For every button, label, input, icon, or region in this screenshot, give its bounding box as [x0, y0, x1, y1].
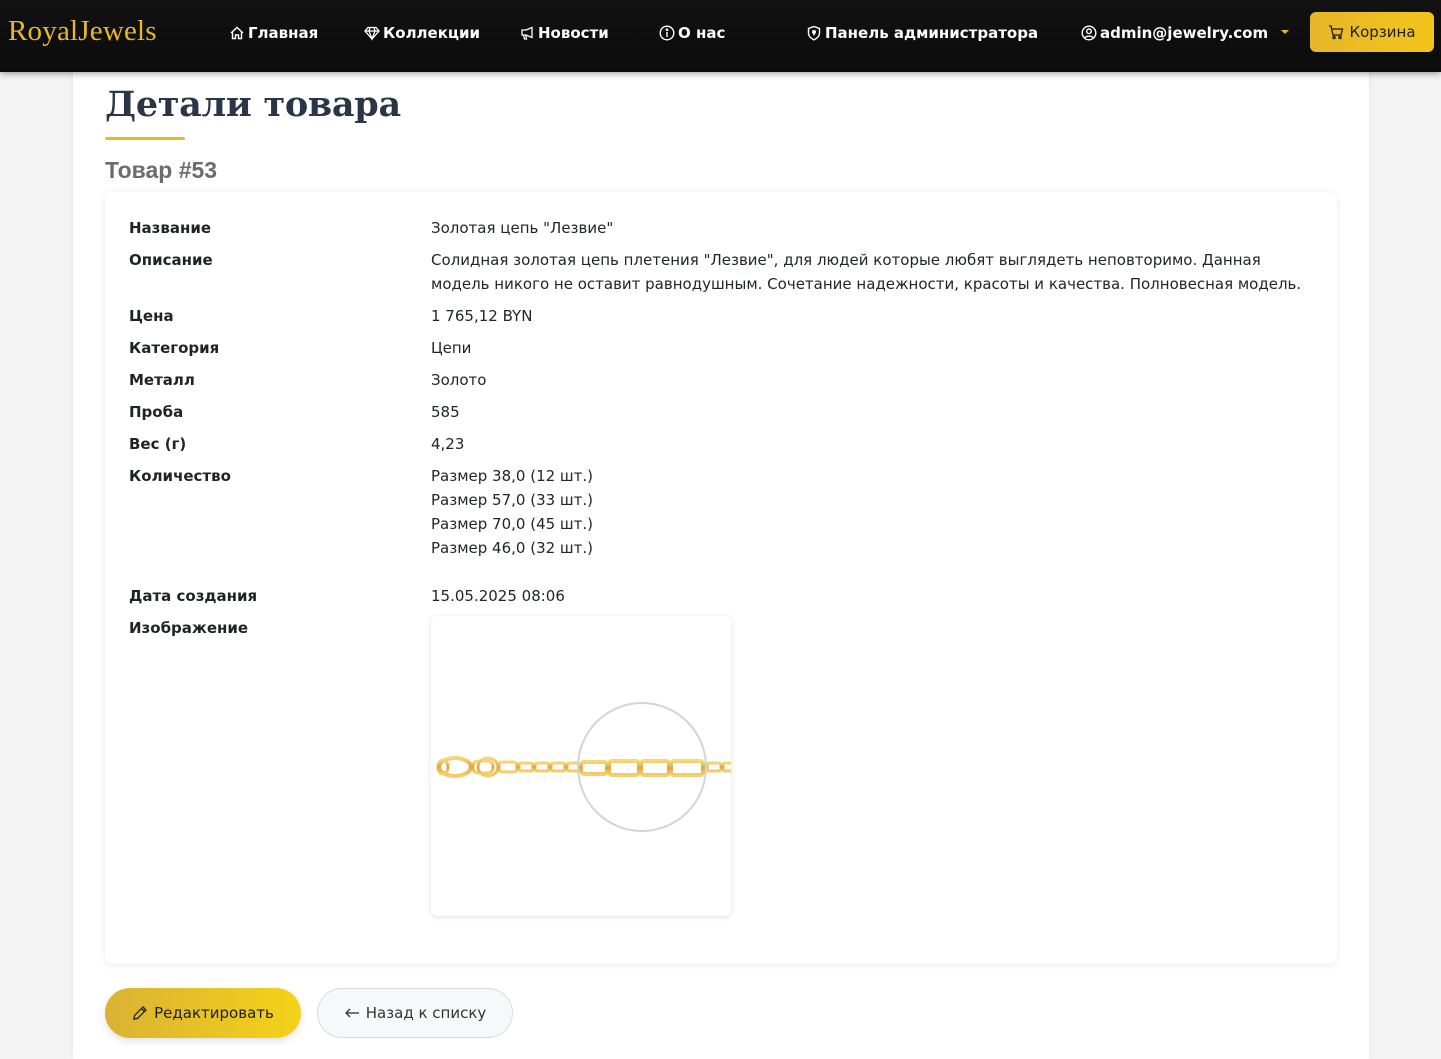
- weight-label: Вес (г): [129, 435, 187, 453]
- user-menu-dropdown[interactable]: admin@jewelry.com: [1081, 22, 1290, 44]
- megaphone-icon: [521, 26, 533, 40]
- description-label: Описание: [129, 251, 213, 269]
- product-image: [431, 616, 731, 916]
- gold-chain-image: [436, 702, 731, 832]
- pencil-icon: [133, 1006, 148, 1020]
- quantity-list: Размер 38,0 (12 шт.) Размер 57,0 (33 шт.…: [431, 464, 1311, 560]
- weight-value: 4,23: [431, 435, 465, 453]
- user-email: admin@jewelry.com: [1100, 24, 1269, 42]
- quantity-item: Размер 70,0 (45 шт.): [431, 515, 594, 533]
- quantity-item: Размер 38,0 (12 шт.): [431, 467, 594, 485]
- arrow-left-icon: [344, 1008, 359, 1018]
- nav-news-label: Новости: [538, 24, 609, 42]
- back-button-label: Назад к списку: [365, 1004, 487, 1022]
- edit-button-label: Редактировать: [154, 1004, 274, 1022]
- metal-label: Металл: [129, 371, 195, 389]
- price-label: Цена: [129, 307, 174, 325]
- category-value: Цепи: [431, 339, 472, 357]
- image-label: Изображение: [129, 619, 249, 637]
- cart-button[interactable]: Корзина: [1310, 12, 1434, 52]
- quantity-item: Размер 46,0 (32 шт.): [431, 539, 594, 557]
- quantity-item: Размер 57,0 (33 шт.): [431, 491, 594, 509]
- top-navbar: RoyalJewels Главная Коллекции Новости О …: [0, 0, 1441, 72]
- page-title: Детали товара: [105, 84, 401, 125]
- product-details-card: Название Золотая цепь "Лезвие" Описание …: [105, 192, 1337, 964]
- nav-home-label: Главная: [248, 24, 319, 42]
- name-value: Золотая цепь "Лезвие": [431, 219, 614, 237]
- nav-home[interactable]: Главная: [229, 22, 318, 44]
- brand-logo[interactable]: RoyalJewels: [8, 15, 157, 48]
- created-label: Дата создания: [129, 587, 258, 605]
- chevron-down-icon: [1281, 30, 1290, 34]
- metal-value: Золото: [431, 371, 487, 389]
- shield-lock-icon: [807, 25, 821, 41]
- quantity-label: Количество: [129, 467, 231, 485]
- product-id-subtitle: Товар #53: [105, 157, 218, 183]
- nav-news[interactable]: Новости: [519, 22, 609, 44]
- purity-value: 585: [431, 403, 460, 421]
- nav-admin-panel-label: Панель администратора: [825, 24, 1039, 42]
- back-to-list-button[interactable]: Назад к списку: [317, 988, 513, 1038]
- cart-label: Корзина: [1349, 23, 1416, 41]
- info-icon: [659, 25, 675, 41]
- nav-about-label: О нас: [678, 24, 726, 42]
- cart-icon: [1329, 25, 1344, 40]
- title-underline: [105, 137, 185, 140]
- gem-icon: [364, 26, 380, 41]
- category-label: Категория: [129, 339, 220, 357]
- home-icon: [230, 26, 244, 40]
- description-value: Солидная золотая цепь плетения "Лезвие",…: [431, 251, 1302, 293]
- purity-label: Проба: [129, 403, 184, 421]
- price-value: 1 765,12 BYN: [431, 307, 533, 325]
- nav-about[interactable]: О нас: [659, 22, 725, 44]
- nav-collections[interactable]: Коллекции: [364, 22, 480, 44]
- name-label: Название: [129, 219, 212, 237]
- nav-collections-label: Коллекции: [383, 24, 481, 42]
- nav-admin-panel[interactable]: Панель администратора: [806, 22, 1038, 44]
- edit-button[interactable]: Редактировать: [105, 988, 301, 1038]
- created-value: 15.05.2025 08:06: [431, 587, 565, 605]
- user-circle-icon: [1081, 25, 1097, 41]
